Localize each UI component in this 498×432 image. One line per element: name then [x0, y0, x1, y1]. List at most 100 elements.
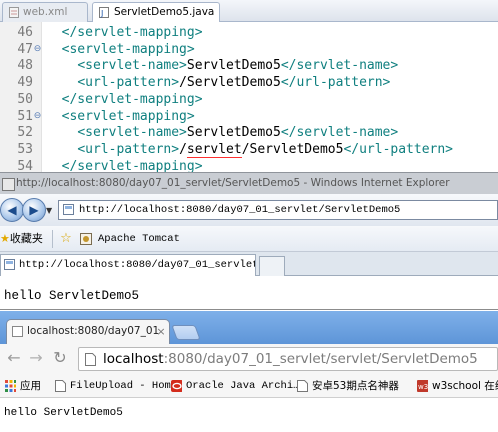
page-icon	[297, 380, 308, 392]
forward-arrow-icon[interactable]: →	[26, 348, 46, 368]
bookmark-oracle-java[interactable]: Oracle Java Archi…	[170, 377, 299, 395]
code-line: <url-pattern>/servlet/ServletDemo5</url-…	[46, 141, 453, 158]
xml-tag: </servlet-mapping>	[61, 159, 203, 172]
svg-text:J: J	[100, 9, 103, 18]
chrome-page-text: hello ServletDemo5	[4, 407, 123, 419]
page-icon	[85, 353, 96, 366]
ie-window-title: http://localhost:8080/day07_01_servlet/S…	[16, 177, 450, 189]
favorites-label: 收藏夹	[9, 232, 43, 245]
page-icon	[63, 204, 74, 215]
line-number: 54	[17, 159, 33, 172]
bookmark-label: 应用	[20, 380, 41, 392]
apps-grid-icon	[5, 380, 16, 392]
ie-tab-active[interactable]: http://localhost:8080/day07_01_servlet/S…	[0, 254, 256, 276]
line-number: 48	[17, 58, 33, 73]
chrome-page-content: hello ServletDemo5	[0, 398, 498, 432]
code-line: </servlet-mapping>	[46, 24, 203, 41]
chrome-new-tab-button[interactable]	[171, 325, 201, 340]
xml-tag: </servlet-name>	[280, 125, 399, 140]
code-line: </servlet-mapping>	[46, 91, 203, 108]
chrome-tab-active[interactable]: localhost:8080/day07_01 ×	[6, 319, 170, 344]
bookmark-fileupload[interactable]: FileUpload - Home	[54, 377, 177, 395]
code-line: <servlet-mapping>	[46, 108, 195, 125]
close-icon[interactable]: ×	[155, 320, 167, 343]
bookmark-apps[interactable]: 应用	[4, 377, 41, 395]
ie-navigation-toolbar: ◀ ▶ ▼ http://localhost:8080/day07_01_ser…	[0, 194, 498, 226]
xml-tag: </url-pattern>	[343, 142, 454, 157]
bookmark-label: 安卓53期点名神器	[312, 380, 399, 392]
tomcat-icon	[80, 233, 92, 245]
xml-text: ServletDemo5	[186, 58, 281, 73]
xml-text: /ServletDemo5	[179, 75, 281, 90]
ie-title-bar: http://localhost:8080/day07_01_servlet/S…	[0, 172, 498, 194]
xml-text: /ServletDemo5	[241, 142, 344, 157]
bookmark-w3school[interactable]: w3 w3school 在线	[416, 377, 498, 395]
favorites-button[interactable]: ★收藏夹	[0, 230, 43, 248]
page-icon	[4, 259, 15, 270]
xml-tag: <url-pattern>	[77, 142, 180, 157]
favorite-apache-tomcat[interactable]: Apache Tomcat	[80, 230, 180, 248]
line-number: 51	[17, 109, 33, 124]
line-number: 50	[17, 92, 33, 107]
chrome-bookmarks-bar: 应用 FileUpload - Home Oracle Java Archi… …	[0, 374, 498, 398]
xml-tag: </servlet-name>	[280, 58, 399, 73]
line-number: 46	[17, 25, 33, 40]
chrome-tab-strip: localhost:8080/day07_01 ×	[0, 311, 498, 344]
tab-servletdemo5-java[interactable]: J ServletDemo5.java	[92, 2, 220, 22]
tab-web-xml[interactable]: web.xml	[2, 2, 88, 22]
code-line: <servlet-mapping>	[46, 41, 195, 58]
ie-page-text: hello ServletDemo5	[4, 289, 140, 303]
fold-collapse-icon[interactable]: ⊖	[33, 108, 42, 125]
forward-arrow-icon: ▶	[29, 203, 39, 217]
xml-tag: <url-pattern>	[77, 75, 180, 90]
tab-label: ServletDemo5.java	[114, 6, 215, 18]
favorites-divider	[52, 230, 53, 248]
xml-tag: <servlet-name>	[77, 58, 187, 73]
add-favorite-icon[interactable]: ☆	[58, 231, 74, 247]
history-dropdown-icon[interactable]: ▼	[46, 206, 54, 215]
line-number-gutter: 46 47 ⊖ 48 49 50 51 ⊖ 52 53 54	[0, 22, 42, 172]
xml-tag: <servlet-mapping>	[61, 109, 195, 124]
xml-tag: </servlet-mapping>	[61, 25, 203, 40]
fold-collapse-icon[interactable]: ⊖	[33, 41, 42, 58]
ie-address-bar[interactable]: http://localhost:8080/day07_01_servlet/S…	[58, 200, 498, 220]
back-arrow-icon[interactable]: ←	[4, 348, 24, 368]
xml-text: /	[179, 142, 187, 157]
code-line: <servlet-name>ServletDemo5</servlet-name…	[46, 57, 398, 74]
ie-window-icon	[2, 178, 15, 191]
bookmark-android53[interactable]: 安卓53期点名神器	[296, 377, 399, 395]
xml-editor[interactable]: web.xml J ServletDemo5.java 46 47 ⊖ 48 49 50 51…	[0, 0, 498, 172]
ie-address-text: http://localhost:8080/day07_01_servlet/S…	[79, 204, 401, 216]
forward-button[interactable]: ▶	[22, 198, 46, 222]
line-number: 47	[17, 42, 33, 57]
svg-text:w3: w3	[418, 383, 428, 391]
xml-tag: </servlet-mapping>	[61, 92, 203, 107]
chrome-omnibox[interactable]: localhost:8080/day07_01_servlet/servlet/…	[78, 347, 498, 371]
back-button[interactable]: ◀	[0, 198, 24, 222]
xml-tag: <servlet-name>	[77, 125, 187, 140]
favorites-star-icon: ★	[0, 232, 10, 245]
ie-favorites-bar: ★收藏夹 ☆ Apache Tomcat	[0, 226, 498, 252]
code-line: </servlet-mapping>	[46, 158, 203, 172]
chrome-toolbar: ← → ↻ localhost:8080/day07_01_servlet/se…	[0, 344, 498, 374]
java-file-icon: J	[99, 6, 109, 18]
error-underlined-text: servlet	[186, 142, 242, 158]
page-icon	[12, 326, 23, 337]
ie-tab-title: http://localhost:8080/day07_01_servlet/S…	[19, 259, 256, 271]
ie-new-tab-button[interactable]	[259, 256, 285, 276]
page-icon	[55, 380, 66, 392]
bookmark-label: FileUpload - Home	[70, 380, 178, 392]
bookmark-label: Oracle Java Archi…	[186, 380, 300, 392]
reload-icon[interactable]: ↻	[50, 348, 70, 368]
xml-text: ServletDemo5	[186, 125, 281, 140]
line-number: 49	[17, 75, 33, 90]
back-arrow-icon: ◀	[7, 203, 17, 217]
